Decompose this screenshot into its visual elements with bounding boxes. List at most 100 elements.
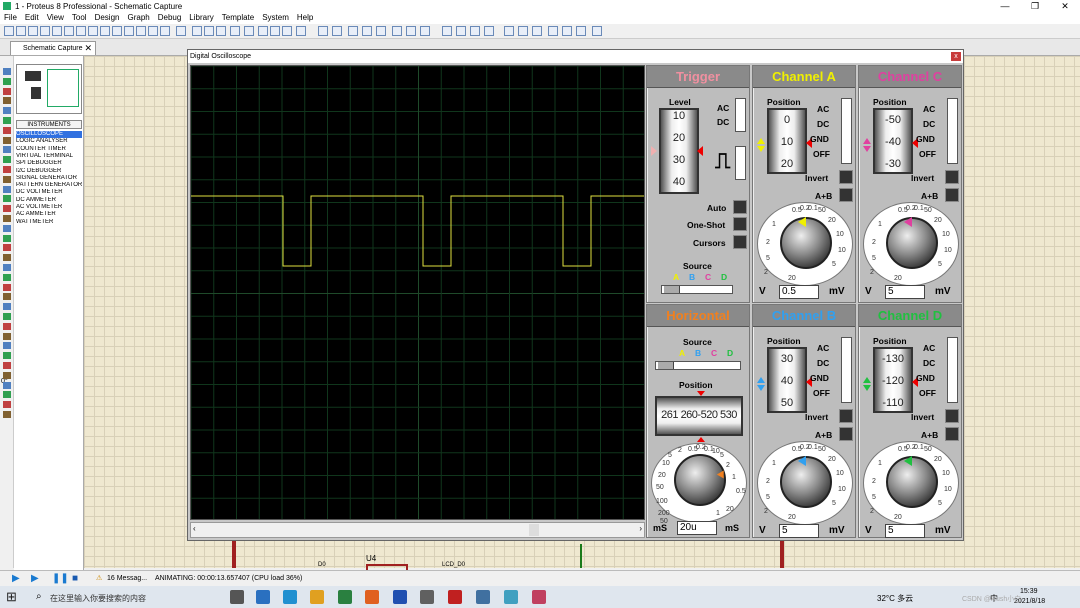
- toolbar-button[interactable]: [192, 26, 202, 36]
- trigger-level-drum[interactable]: 10 20 30 40: [659, 108, 699, 194]
- menu-help[interactable]: Help: [293, 12, 317, 24]
- trigger-source-slider[interactable]: [661, 285, 733, 294]
- toolbar-button[interactable]: [504, 26, 514, 36]
- taskbar-app-icon[interactable]: [365, 590, 379, 604]
- toolbar-button[interactable]: [148, 26, 158, 36]
- stop-icon[interactable]: ■: [72, 574, 82, 584]
- step-icon[interactable]: ▶: [31, 574, 41, 584]
- toolbar-button[interactable]: [204, 26, 214, 36]
- channel-d-position-down-icon[interactable]: [863, 385, 871, 391]
- toolbar-button[interactable]: [576, 26, 586, 36]
- part-label-u4[interactable]: U4: [366, 554, 376, 563]
- toolbar-button[interactable]: [548, 26, 558, 36]
- channel-b-position-down-icon[interactable]: [757, 385, 765, 391]
- instrument-item[interactable]: DC AMMETER: [16, 197, 82, 204]
- taskbar-app-icon[interactable]: [310, 590, 324, 604]
- toolbar-button[interactable]: [532, 26, 542, 36]
- toolbar-button[interactable]: [484, 26, 494, 36]
- toolbar-button[interactable]: [136, 26, 146, 36]
- mode-tool-button[interactable]: [3, 97, 11, 105]
- mode-tool-button[interactable]: [3, 401, 11, 409]
- maximize-button[interactable]: ❐: [1020, 0, 1050, 12]
- instrument-item[interactable]: I2C DEBUGGER: [16, 168, 82, 175]
- channel-c-position-up-icon[interactable]: [863, 138, 871, 144]
- taskbar-app-icon[interactable]: [338, 590, 352, 604]
- tab-schematic-capture[interactable]: Schematic Capture ✕: [10, 41, 96, 55]
- taskbar-app-icon[interactable]: [504, 590, 518, 604]
- menu-graph[interactable]: Graph: [123, 12, 153, 24]
- instrument-item[interactable]: COUNTER TIMER: [16, 146, 82, 153]
- windows-start-icon[interactable]: ⊞: [6, 589, 17, 605]
- toolbar-button[interactable]: [456, 26, 466, 36]
- channel-b-apb-button[interactable]: [839, 427, 853, 441]
- mode-tool-button[interactable]: [3, 264, 11, 271]
- channel-b-invert-button[interactable]: [839, 409, 853, 423]
- toolbar-button[interactable]: [442, 26, 452, 36]
- channel-d-coupling-switch[interactable]: [947, 337, 958, 403]
- toolbar-button[interactable]: [270, 26, 280, 36]
- toolbar-button[interactable]: [52, 26, 62, 36]
- scroll-right-icon[interactable]: ›: [639, 524, 642, 533]
- channel-a-position-up-icon[interactable]: [757, 138, 765, 144]
- mode-tool-button[interactable]: [3, 234, 11, 242]
- mode-tool-button[interactable]: [3, 136, 11, 144]
- channel-a-position-down-icon[interactable]: [757, 146, 765, 152]
- mode-tool-button[interactable]: [3, 68, 11, 75]
- toolbar-button[interactable]: [16, 26, 26, 36]
- toolbar-button[interactable]: [376, 26, 386, 36]
- mode-tool-button[interactable]: [3, 185, 11, 193]
- mode-tool-button[interactable]: [3, 303, 11, 311]
- mode-tool-button[interactable]: [3, 244, 11, 252]
- toolbar-button[interactable]: [348, 26, 358, 36]
- channel-a-position-drum[interactable]: 0 10 20: [767, 108, 807, 174]
- mode-tool-button[interactable]: [3, 371, 11, 379]
- toolbar-button[interactable]: [28, 26, 38, 36]
- instrument-item[interactable]: AC VOLTMETER: [16, 204, 82, 211]
- channel-d-volts-dial[interactable]: 0.5 0.2 0.1 1 50 2 20 5 10 10 5 20 2: [863, 441, 959, 525]
- instrument-item[interactable]: VIRTUAL TERMINAL: [16, 153, 82, 160]
- channel-a-apb-button[interactable]: [839, 188, 853, 202]
- toolbar-button[interactable]: [76, 26, 86, 36]
- toolbar-button[interactable]: [88, 26, 98, 36]
- instrument-item[interactable]: SIGNAL GENERATOR: [16, 175, 82, 182]
- trigger-oneshot-button[interactable]: [733, 217, 747, 231]
- channel-c-invert-button[interactable]: [945, 170, 959, 184]
- trigger-edge-switch[interactable]: [735, 146, 746, 180]
- menu-system[interactable]: System: [258, 12, 293, 24]
- instrument-item[interactable]: AC AMMETER: [16, 211, 82, 218]
- menu-tool[interactable]: Tool: [68, 12, 91, 24]
- horizontal-source-slider-handle[interactable]: [658, 362, 674, 369]
- channel-b-position-up-icon[interactable]: [757, 377, 765, 383]
- toolbar-button[interactable]: [332, 26, 342, 36]
- clock-time[interactable]: 15:39: [1020, 588, 1038, 595]
- mode-tool-button[interactable]: [3, 156, 11, 164]
- toolbar-button[interactable]: [420, 26, 430, 36]
- channel-d-apb-button[interactable]: [945, 427, 959, 441]
- taskbar-app-icon[interactable]: [448, 590, 462, 604]
- toolbar-button[interactable]: [362, 26, 372, 36]
- channel-d-position-up-icon[interactable]: [863, 377, 871, 383]
- toolbar-button[interactable]: [64, 26, 74, 36]
- channel-d-position-drum[interactable]: -130 -120 -110: [873, 347, 913, 413]
- taskbar-app-icon[interactable]: [532, 590, 546, 604]
- instrument-item[interactable]: DC VOLTMETER: [16, 189, 82, 196]
- pause-icon[interactable]: ❚❚: [52, 574, 69, 584]
- taskbar-app-icon[interactable]: [283, 590, 297, 604]
- mode-tool-button[interactable]: [3, 254, 11, 262]
- trigger-cursors-button[interactable]: [733, 235, 747, 249]
- toolbar-button[interactable]: [392, 26, 402, 36]
- timebase-knob[interactable]: [674, 454, 726, 506]
- toolbar-button[interactable]: [112, 26, 122, 36]
- mode-tool-button[interactable]: [3, 322, 11, 330]
- instrument-item[interactable]: SPI DEBUGGER: [16, 160, 82, 167]
- trigger-source-d[interactable]: D: [721, 272, 727, 282]
- channel-c-volts-dial[interactable]: 0.5 0.2 0.1 1 50 2 20 5 10 10 5 20 2: [863, 202, 959, 286]
- screen-scrollbar[interactable]: ‹ ›: [190, 522, 645, 538]
- toolbar-button[interactable]: [562, 26, 572, 36]
- mode-tool-button[interactable]: [3, 87, 11, 95]
- channel-c-position-down-icon[interactable]: [863, 146, 871, 152]
- taskbar-app-icon[interactable]: [256, 590, 270, 604]
- menu-debug[interactable]: Debug: [154, 12, 186, 24]
- scroll-left-icon[interactable]: ‹: [193, 524, 196, 533]
- weather-readout[interactable]: 32°C 多云: [877, 593, 913, 604]
